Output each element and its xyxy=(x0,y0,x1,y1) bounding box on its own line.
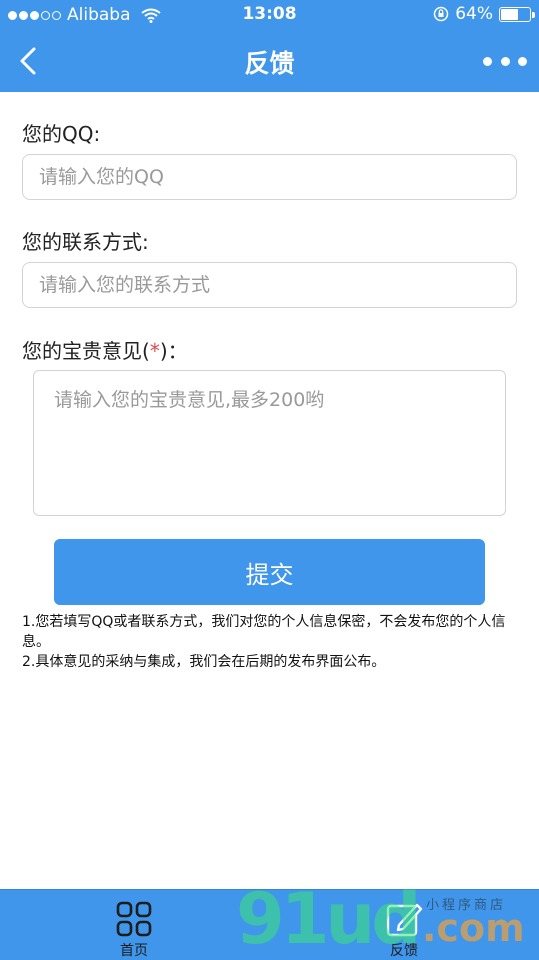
battery-fill xyxy=(501,8,518,20)
back-button[interactable] xyxy=(8,41,48,81)
contact-label: 您的联系方式: xyxy=(22,230,149,254)
more-dot-icon xyxy=(483,56,492,66)
tab-feedback[interactable]: 反馈 xyxy=(354,890,454,960)
battery-tip xyxy=(532,11,535,18)
qq-input[interactable] xyxy=(22,154,517,200)
status-right: 64% xyxy=(433,4,535,24)
feedback-textarea[interactable] xyxy=(33,370,506,516)
more-dot-icon xyxy=(500,56,510,66)
required-marker: * xyxy=(149,339,160,363)
note-item: 2.具体意见的采纳与集成，我们会在后期的发布界面公布。 xyxy=(22,654,386,670)
more-button[interactable] xyxy=(483,48,527,74)
status-bar: Alibaba 13:08 64% xyxy=(0,0,539,30)
tab-feedback-label: 反馈 xyxy=(390,943,418,959)
feedback-label: 您的宝贵意见(*)： xyxy=(22,335,188,364)
tab-bar: 首页 反馈 xyxy=(0,889,539,960)
page-title: 反馈 xyxy=(244,49,295,78)
grid-icon xyxy=(116,901,152,937)
orientation-lock-icon xyxy=(433,6,449,22)
feedback-label-suffix: )： xyxy=(159,339,188,363)
tab-home[interactable]: 首页 xyxy=(84,890,184,960)
more-dot-icon xyxy=(518,56,527,66)
top-bar: Alibaba 13:08 64% 反馈 xyxy=(0,0,539,92)
battery-percent: 64% xyxy=(455,4,493,24)
battery-icon xyxy=(499,6,535,22)
submit-button[interactable]: 提交 xyxy=(54,539,485,605)
chevron-left-icon xyxy=(20,47,36,75)
feedback-label-text: 您的宝贵意见( xyxy=(22,339,150,363)
note-item: 1.您若填写QQ或者联系方式，我们对您的个人信息保密，不会发布您的个人信息。 xyxy=(22,614,506,650)
qq-label: 您的QQ: xyxy=(22,122,101,146)
pencil-icon xyxy=(386,903,423,937)
tab-home-label: 首页 xyxy=(120,943,148,959)
contact-input[interactable] xyxy=(22,262,517,308)
notes: 1.您若填写QQ或者联系方式，我们对您的个人信息保密，不会发布您的个人信息。 2… xyxy=(22,612,517,672)
nav-bar: 反馈 xyxy=(0,30,539,92)
